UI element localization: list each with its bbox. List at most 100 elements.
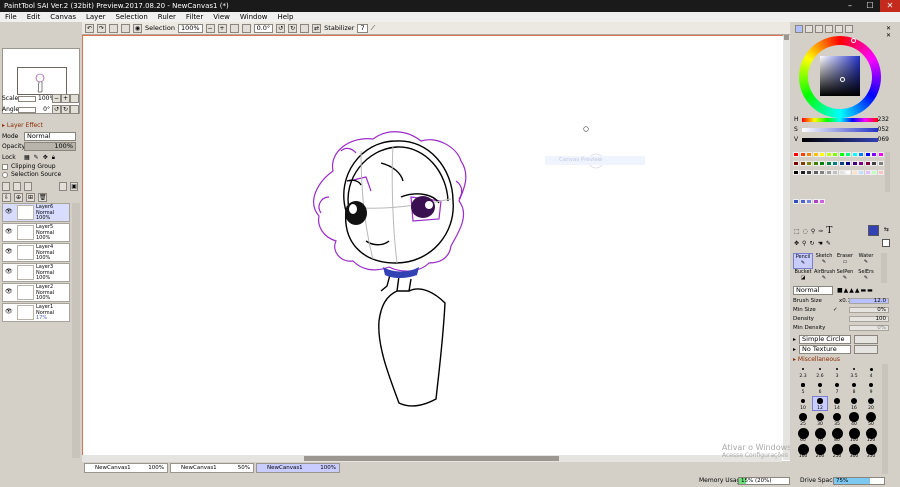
new-linework-layer-icon[interactable]	[12, 182, 21, 191]
layer-options-icon[interactable]: ▣	[70, 182, 79, 191]
brush-size-dot[interactable]	[799, 413, 807, 421]
angle-slider[interactable]	[18, 106, 36, 113]
brush-size-dot[interactable]	[800, 398, 806, 404]
brush-eraser[interactable]: Eraser ▭	[835, 253, 855, 269]
rotate-reset-icon[interactable]	[300, 23, 310, 33]
undo-icon[interactable]: ↶	[85, 23, 94, 33]
brush-size-dot[interactable]	[851, 382, 857, 388]
brush-blend-mode-select[interactable]: Normal	[793, 286, 833, 295]
color-swatch[interactable]	[877, 170, 884, 175]
color-swatch[interactable]	[871, 170, 877, 175]
visibility-eye-icon[interactable]: 👁︎	[5, 229, 13, 236]
rotate-icon[interactable]: ↻	[809, 239, 814, 248]
horizontal-scroll-thumb[interactable]	[304, 456, 559, 461]
magic-wand-icon[interactable]: ⚲	[811, 227, 815, 236]
color-swatch[interactable]	[832, 161, 838, 166]
selection-source-row[interactable]: Selection Source	[2, 170, 61, 179]
color-swatch[interactable]	[838, 152, 845, 157]
color-swatch[interactable]	[851, 161, 858, 166]
navigator-viewport[interactable]	[17, 67, 67, 95]
brush-size-dot[interactable]	[835, 383, 839, 387]
swatch-scrollbar[interactable]	[885, 152, 890, 192]
zoom-in-icon[interactable]: +	[217, 23, 227, 33]
rotate-cw-icon[interactable]: ↻	[61, 105, 70, 114]
color-swatch[interactable]	[793, 199, 799, 204]
brush-bucket[interactable]: Bucket ◪	[793, 269, 813, 285]
brush-size-dot[interactable]	[801, 367, 805, 371]
lock-pen-icon[interactable]: ✎	[34, 153, 39, 162]
selection-source-checkbox[interactable]	[2, 171, 8, 178]
hsv-slider-mode-icon[interactable]	[815, 25, 823, 33]
brush-size-dot[interactable]	[832, 412, 842, 422]
hue-marker-icon[interactable]	[851, 38, 856, 43]
lock-move-icon[interactable]: ✥	[43, 153, 48, 162]
brush-size-dot[interactable]	[797, 427, 809, 439]
color-swatch[interactable]	[858, 161, 864, 166]
canvas-tab[interactable]: NewCanvas1 50%	[170, 463, 254, 473]
color-swatch[interactable]	[819, 170, 825, 175]
brush-size-dot[interactable]	[835, 367, 839, 371]
color-wheel[interactable]	[799, 36, 881, 118]
value-slider[interactable]	[802, 138, 878, 142]
min-size-slider[interactable]: 0%	[849, 307, 889, 313]
brush-size-dot[interactable]	[797, 443, 809, 455]
color-swatch[interactable]	[812, 152, 819, 157]
lock-all-icon[interactable]: 🔒︎	[52, 153, 55, 162]
color-swatch[interactable]	[832, 170, 838, 175]
brush-size-dot[interactable]	[865, 411, 877, 423]
brush-size-dot[interactable]	[831, 443, 843, 455]
layer-effect-header[interactable]: ▸ Layer Effect	[2, 121, 43, 130]
merge-down-icon[interactable]: ⊕	[14, 193, 23, 202]
picker-icon[interactable]: ✎	[826, 239, 831, 248]
menu-filter[interactable]: Filter	[181, 12, 208, 22]
size-grid-scrollbar[interactable]	[882, 364, 888, 474]
color-swatch[interactable]	[819, 199, 825, 204]
color-swatch[interactable]	[793, 152, 799, 157]
layer-list-scrollbar[interactable]	[72, 203, 80, 458]
brush-water[interactable]: Water ✎	[856, 253, 876, 269]
zoom-reset-icon[interactable]	[229, 23, 239, 33]
close-button[interactable]: ✕	[880, 0, 900, 12]
brush-size-dot[interactable]	[851, 398, 857, 404]
brush-size-dot[interactable]	[815, 412, 825, 422]
density-slider[interactable]: 100	[849, 316, 889, 322]
brush-list-scrollbar[interactable]	[881, 253, 887, 283]
color-swatch[interactable]	[819, 152, 825, 157]
rgb-slider-mode-icon[interactable]	[805, 25, 813, 33]
hand-icon[interactable]: ☚	[817, 239, 822, 248]
color-swatch[interactable]	[858, 170, 864, 175]
zoom-icon[interactable]: ⚲	[802, 239, 806, 248]
color-swatch[interactable]	[838, 161, 845, 166]
zoom-field[interactable]: 100%	[177, 23, 203, 33]
maximize-button[interactable]: ☐	[860, 0, 880, 12]
brush-size-dot[interactable]	[848, 427, 860, 439]
color-swatch[interactable]	[871, 152, 877, 157]
color-swatch[interactable]	[812, 199, 819, 204]
color-swatch[interactable]	[825, 152, 832, 157]
color-swatch[interactable]	[864, 161, 871, 166]
horizontal-scrollbar[interactable]	[82, 455, 782, 462]
color-swatch[interactable]	[812, 161, 819, 166]
swatch-mode-icon[interactable]	[825, 25, 833, 33]
color-swatch[interactable]	[858, 152, 864, 157]
rotate-right-icon[interactable]: ↻	[288, 23, 298, 33]
brush-selers[interactable]: SelErs ✎	[856, 269, 876, 285]
clipping-group-checkbox[interactable]	[2, 163, 8, 170]
color-swatch[interactable]	[825, 170, 832, 175]
brush-shape-select[interactable]: Simple Circle	[799, 335, 852, 344]
zoom-fit-icon[interactable]	[241, 23, 251, 33]
brush-shape-icons[interactable]: ■▲▲▲▬▬	[837, 286, 874, 295]
brush-airbrush[interactable]: AirBrush ✎	[814, 269, 835, 285]
new-layer-icon[interactable]	[2, 182, 10, 191]
color-swatch[interactable]	[799, 170, 806, 175]
color-swatch[interactable]	[793, 170, 799, 175]
visibility-eye-icon[interactable]: 👁︎	[5, 269, 13, 276]
brush-texture-select[interactable]: No Texture	[799, 345, 852, 354]
color-swatch[interactable]	[845, 170, 851, 175]
color-swatch[interactable]	[877, 152, 884, 157]
canvas-tab[interactable]: NewCanvas1 100%	[256, 463, 340, 473]
brush-shape-strength[interactable]	[854, 335, 879, 344]
move-icon[interactable]: ✥	[794, 239, 799, 248]
menu-window[interactable]: Window	[235, 12, 273, 22]
color-swatch[interactable]	[845, 152, 851, 157]
